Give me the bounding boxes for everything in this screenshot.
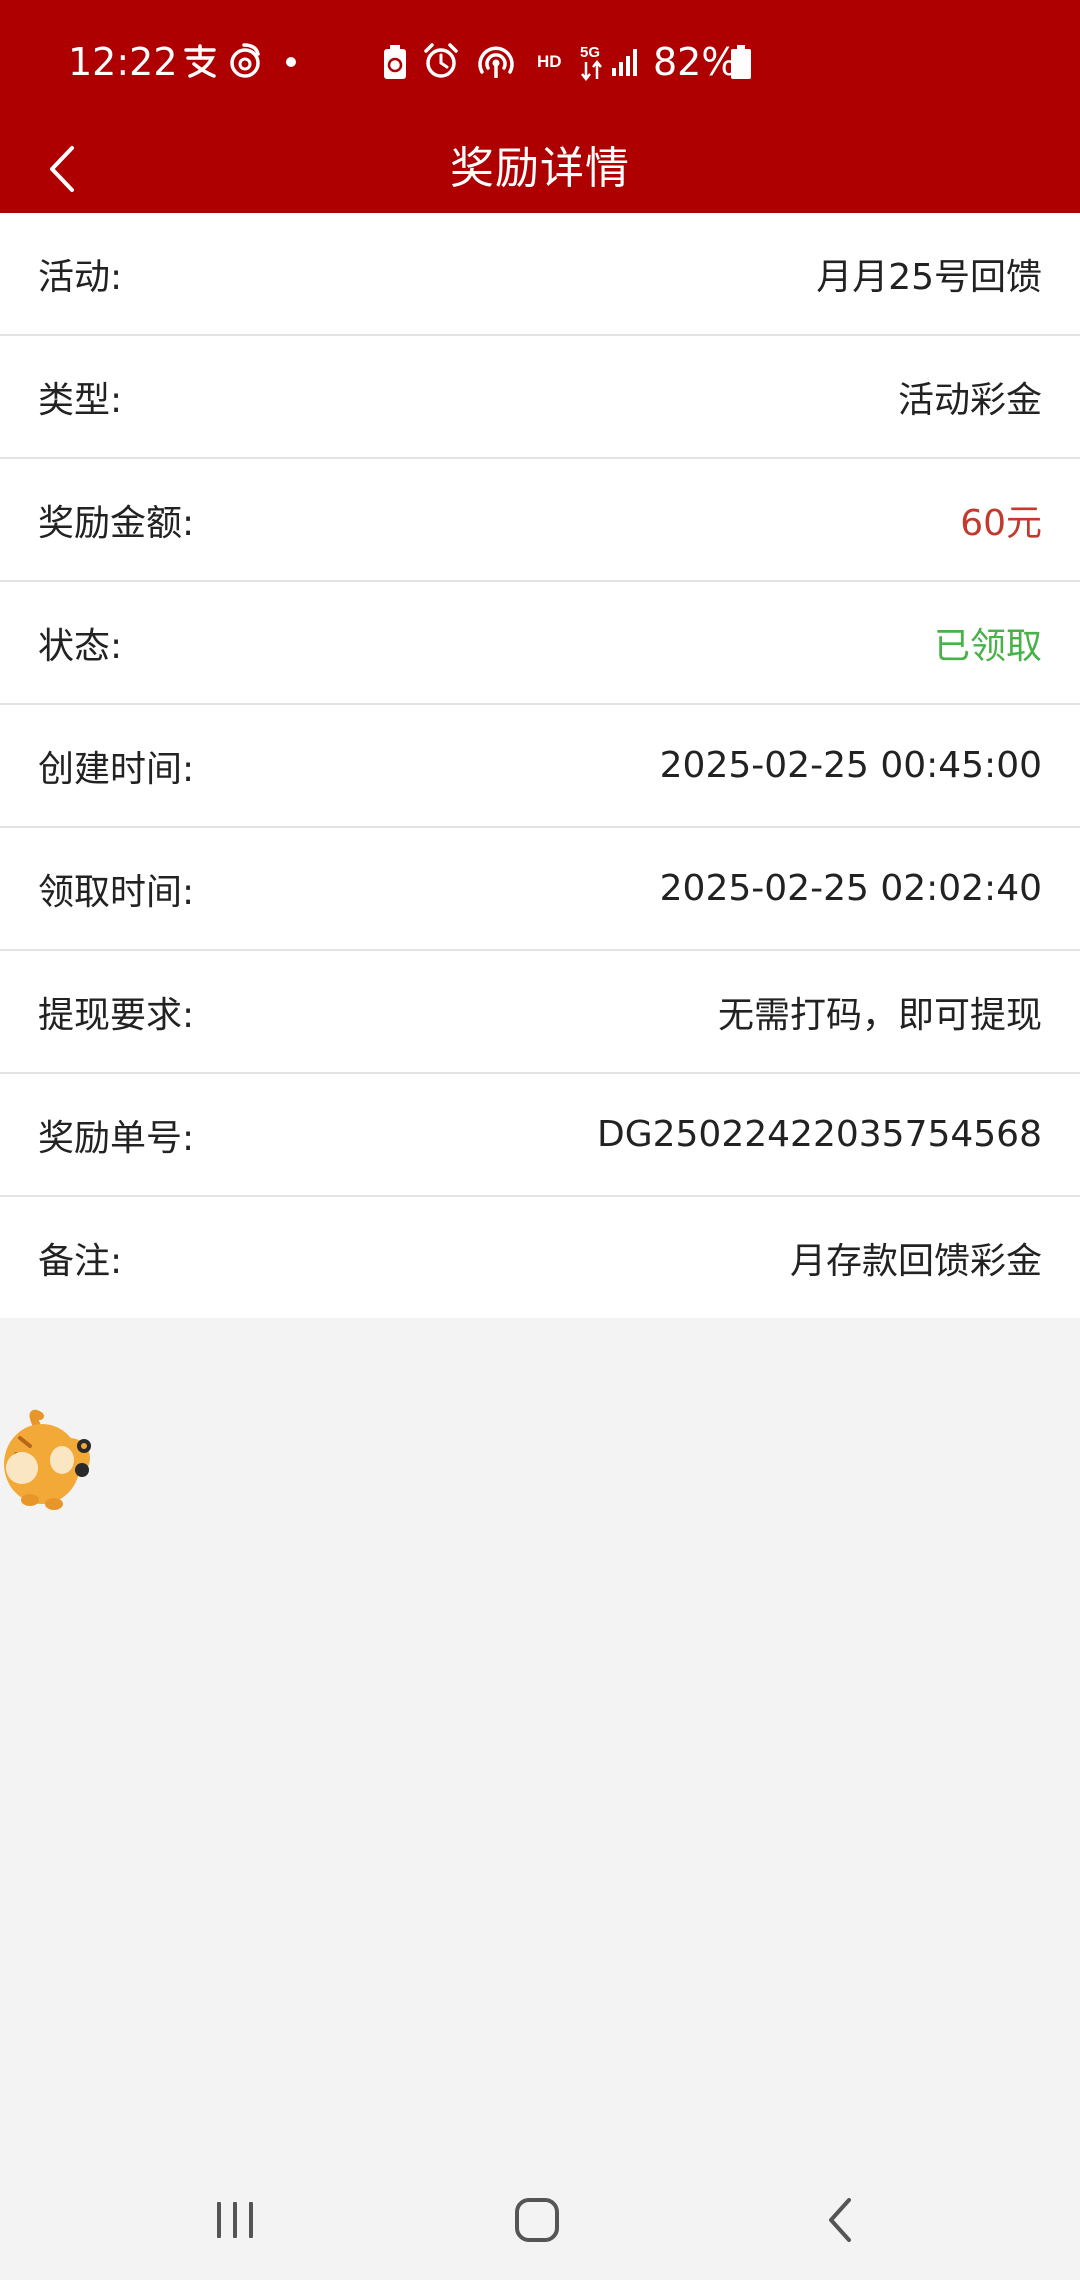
recent-apps-button[interactable] — [175, 2180, 295, 2260]
alarm-icon — [424, 43, 458, 78]
recent-apps-icon — [217, 2202, 253, 2238]
detail-row-status: 状态: 已领取 — [0, 582, 1080, 705]
detail-row-reward-number: 奖励单号: DG25022422035754568 — [0, 1074, 1080, 1197]
home-button[interactable] — [477, 2180, 597, 2260]
detail-row-remark: 备注: 月存款回馈彩金 — [0, 1197, 1080, 1318]
detail-label: 提现要求: — [38, 994, 195, 1036]
5g-icon: 5G — [580, 44, 602, 82]
detail-row-type: 类型: 活动彩金 — [0, 336, 1080, 459]
battery-percentage: 82% — [653, 40, 738, 84]
detail-row-amount: 奖励金额: 60元 — [0, 459, 1080, 582]
status-badge: 已领取 — [933, 625, 1042, 667]
weibo-icon — [230, 43, 260, 78]
detail-value: 2025-02-25 00:45:00 — [659, 745, 1042, 786]
back-icon — [829, 2198, 851, 2242]
detail-label: 备注: — [38, 1240, 123, 1282]
signal-icon — [612, 49, 637, 76]
detail-label: 创建时间: — [38, 748, 195, 790]
reward-amount-value: 60元 — [960, 502, 1042, 544]
header-bar: 奖励详情 — [0, 125, 1080, 213]
detail-value: 活动彩金 — [897, 379, 1042, 421]
system-back-button[interactable] — [780, 2180, 900, 2260]
svg-text:HD: HD — [537, 52, 562, 71]
detail-value: 月存款回馈彩金 — [789, 1240, 1042, 1282]
detail-label: 领取时间: — [38, 871, 195, 913]
detail-row-created-time: 创建时间: 2025-02-25 00:45:00 — [0, 705, 1080, 828]
detail-label: 奖励单号: — [38, 1117, 195, 1159]
detail-label: 奖励金额: — [38, 502, 195, 544]
detail-value: 2025-02-25 02:02:40 — [659, 868, 1042, 909]
svg-text:5G: 5G — [580, 44, 600, 61]
home-icon — [515, 2198, 559, 2242]
page-title: 奖励详情 — [450, 143, 630, 194]
tiger-mascot-icon — [4, 1409, 91, 1510]
hotspot-icon — [478, 46, 514, 78]
hd-icon: HD — [537, 52, 562, 71]
detail-row-activity: 活动: 月月25号回馈 — [0, 213, 1080, 336]
detail-row-claimed-time: 领取时间: 2025-02-25 02:02:40 — [0, 828, 1080, 951]
status-bar: 12:22 HD 5G 82% — [0, 0, 1080, 125]
detail-value: DG25022422035754568 — [597, 1114, 1042, 1155]
reward-detail-list: 活动: 月月25号回馈 类型: 活动彩金 奖励金额: 60元 状态: 已领取 创… — [0, 213, 1080, 1318]
detail-label: 状态: — [38, 625, 123, 667]
detail-row-withdraw-requirement: 提现要求: 无需打码，即可提现 — [0, 951, 1080, 1074]
floating-mascot-button[interactable] — [0, 1408, 96, 1518]
status-time: 12:22 — [68, 40, 178, 84]
detail-value: 无需打码，即可提现 — [717, 994, 1042, 1036]
detail-label: 活动: — [38, 256, 123, 298]
detail-value: 月月25号回馈 — [816, 256, 1042, 298]
battery-icon — [731, 45, 751, 79]
system-navigation-bar — [0, 2150, 1080, 2280]
alipay-icon — [184, 44, 216, 78]
detail-label: 类型: — [38, 379, 123, 421]
battery-saver-icon — [384, 45, 406, 79]
dot-icon — [286, 57, 296, 67]
